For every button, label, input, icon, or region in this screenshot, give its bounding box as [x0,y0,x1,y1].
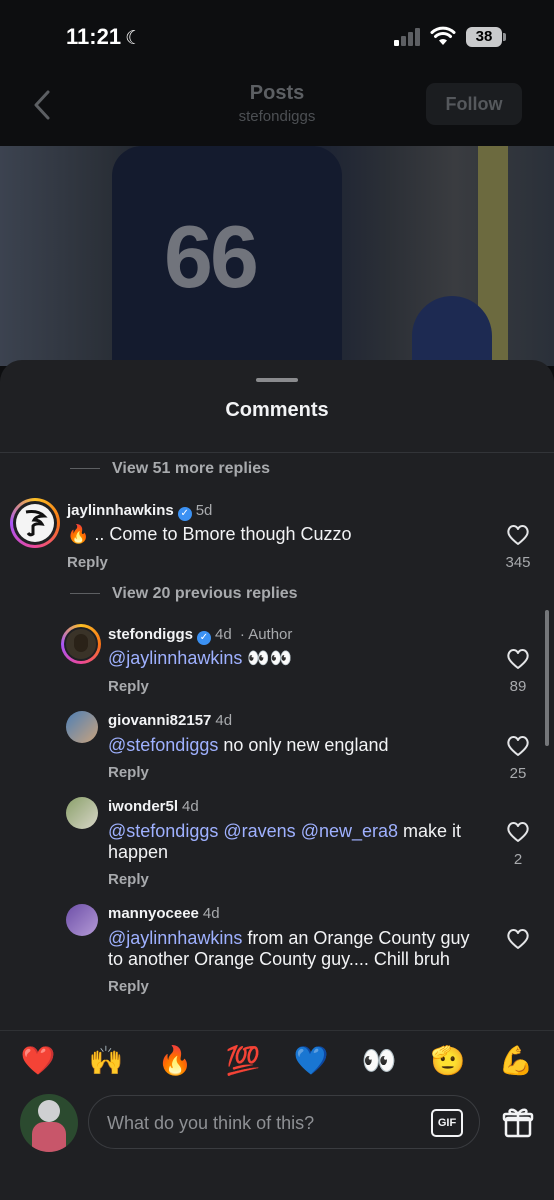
story-ring[interactable] [10,498,60,548]
avatar [16,504,54,542]
follow-button[interactable]: Follow [426,83,522,125]
fire-emoji-button[interactable]: 🔥 [155,1041,195,1081]
comment-text: @jaylinnhawkins from an Orange County gu… [108,928,470,969]
verified-badge-icon: ✓ [177,507,192,521]
quick-reaction-bar: ❤️ 🙌 🔥 💯 💙 👀 🫡 💪 [0,1030,554,1091]
verified-badge-icon: ✓ [197,631,211,645]
hundred-points-emoji-button[interactable]: 💯 [223,1041,263,1081]
comment-input-field[interactable]: GIF [88,1095,480,1150]
wing-logo-icon [25,510,48,537]
flexed-biceps-emoji-button[interactable]: 💪 [496,1041,536,1081]
helmet [412,296,492,366]
comment-text: 🔥 .. Come to Bmore though Cuzzo [67,524,352,544]
like-heart-icon[interactable] [506,648,530,670]
sheet-divider [0,452,554,453]
reply-button[interactable]: Reply [108,871,149,888]
status-time: 11:21 ☾ [66,24,143,49]
comment-time: 4d [182,798,199,815]
battery-indicator: 38 [466,27,506,47]
comment-username[interactable]: jaylinnhawkins ✓ 5d [67,502,212,521]
eyes-emoji-button[interactable]: 👀 [359,1041,399,1081]
avatar [66,629,96,659]
jersey: 66 [112,146,342,366]
comment-time: 5d [195,502,213,519]
current-user-avatar [20,1094,78,1152]
status-bar: 11:21 ☾ 38 [0,0,554,80]
post-image: 66 [0,146,554,366]
reply-button[interactable]: Reply [108,678,149,695]
view-previous-replies-label: View 20 previous replies [112,585,298,602]
mention-link[interactable]: @ravens [223,821,295,841]
avatar[interactable] [66,711,98,743]
avatar[interactable] [66,904,98,936]
like-count: 345 [505,554,531,571]
like-heart-icon[interactable] [506,928,530,950]
comment-time: 4d [215,712,233,729]
like-count: 89 [509,678,527,695]
view-more-replies-button[interactable]: View 51 more replies [70,460,270,478]
mention-link[interactable]: @jaylinnhawkins [108,648,242,668]
gif-button[interactable]: GIF [431,1109,463,1137]
story-ring[interactable] [61,624,101,664]
comment-input[interactable] [105,1096,419,1150]
comment-username[interactable]: giovanni82157 4d [108,712,232,729]
wifi-icon [430,26,456,45]
comment-time: 4d [215,626,232,643]
like-heart-icon[interactable] [506,821,530,843]
comment-username[interactable]: iwonder5l 4d [108,798,199,815]
comment-username[interactable]: mannyoceee 4d [108,905,220,922]
sheet-grabber-handle[interactable] [256,378,298,382]
top-nav-bar: Posts stefondiggs Follow [0,80,554,146]
thread-line [70,468,100,470]
view-previous-replies-button[interactable]: View 20 previous replies [70,585,298,603]
thread-line [70,593,100,595]
mention-link[interactable]: @new_era8 [301,821,398,841]
comment-time: 4d [202,905,220,922]
cellular-signal-icon [394,28,422,46]
like-heart-icon[interactable] [506,735,530,757]
mention-link[interactable]: @stefondiggs [108,735,218,755]
jersey-number: 66 [164,207,259,306]
red-heart-emoji-button[interactable]: ❤️ [18,1041,58,1081]
mention-link[interactable]: @stefondiggs [108,821,218,841]
scrollbar[interactable] [545,610,549,746]
comment-text: @stefondiggs @ravens @new_era8 make it ha… [108,821,462,862]
reply-button[interactable]: Reply [67,554,108,571]
like-count: 25 [509,765,527,782]
comment-composer: GIF [0,1094,554,1164]
gift-icon[interactable] [502,1106,534,1138]
comments-title: Comments [225,399,329,421]
blue-heart-emoji-button[interactable]: 💙 [291,1041,331,1081]
avatar[interactable] [66,797,98,829]
fire-emoji: 🔥 [67,524,90,544]
raising-hands-emoji-button[interactable]: 🙌 [86,1041,126,1081]
like-heart-icon[interactable] [506,524,530,546]
comment-username[interactable]: stefondiggs ✓ 4d · Author [108,626,292,645]
mention-link[interactable]: @jaylinnhawkins [108,928,242,948]
like-count: 2 [513,851,523,868]
moon-icon: ☾ [125,28,143,49]
view-more-replies-label: View 51 more replies [112,460,271,477]
author-label: Author [248,626,293,643]
comment-text: @stefondiggs no only new england [108,735,389,755]
reply-button[interactable]: Reply [108,764,149,781]
comment-text: @jaylinnhawkins 👀👀 [108,648,293,668]
saluting-face-emoji-button[interactable]: 🫡 [428,1041,468,1081]
reply-button[interactable]: Reply [108,978,149,995]
